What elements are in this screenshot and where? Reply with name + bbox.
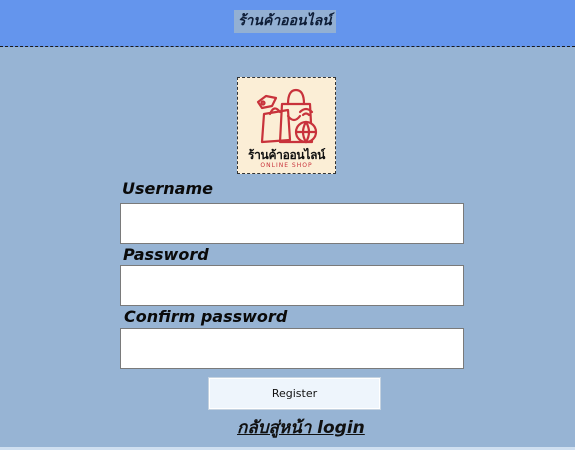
shopping-bags-globe-icon [256,88,318,144]
header-bar: ร้านค้าออนไลน์ [0,0,575,47]
back-to-login-link[interactable]: กลับสู่หน้า login [237,414,365,441]
confirm-password-field[interactable] [120,328,464,369]
header-title: ร้านค้าออนไลน์ [234,10,336,33]
register-button[interactable]: Register [208,377,381,410]
username-label: Username [122,179,213,198]
logo-subtitle: ONLINE SHOP [260,162,313,169]
shop-logo: ร้านค้าออนไลน์ ONLINE SHOP [237,77,336,174]
username-field[interactable] [120,203,464,244]
password-field[interactable] [120,265,464,306]
password-label: Password [123,245,209,264]
confirm-password-label: Confirm password [124,307,288,326]
